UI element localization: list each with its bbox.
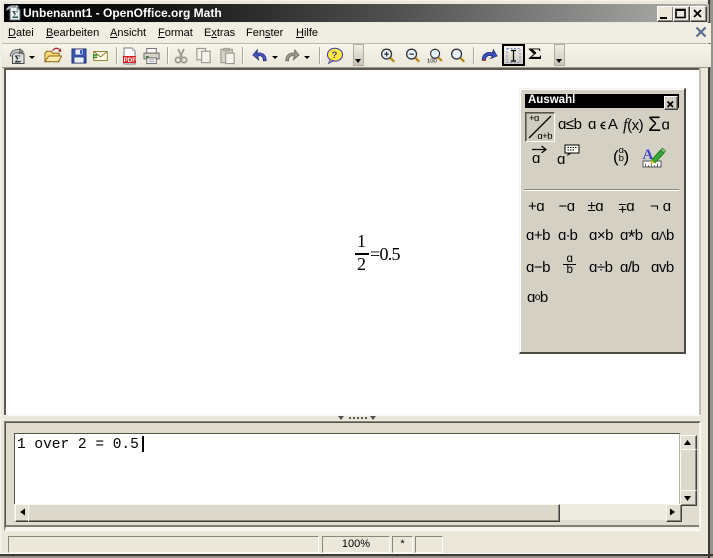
svg-text:100: 100 <box>427 58 438 64</box>
svg-text:PDF: PDF <box>124 57 137 64</box>
svg-text:Σ: Σ <box>12 10 19 21</box>
svg-text:?: ? <box>332 49 338 60</box>
svg-text:Σ: Σ <box>15 55 22 66</box>
